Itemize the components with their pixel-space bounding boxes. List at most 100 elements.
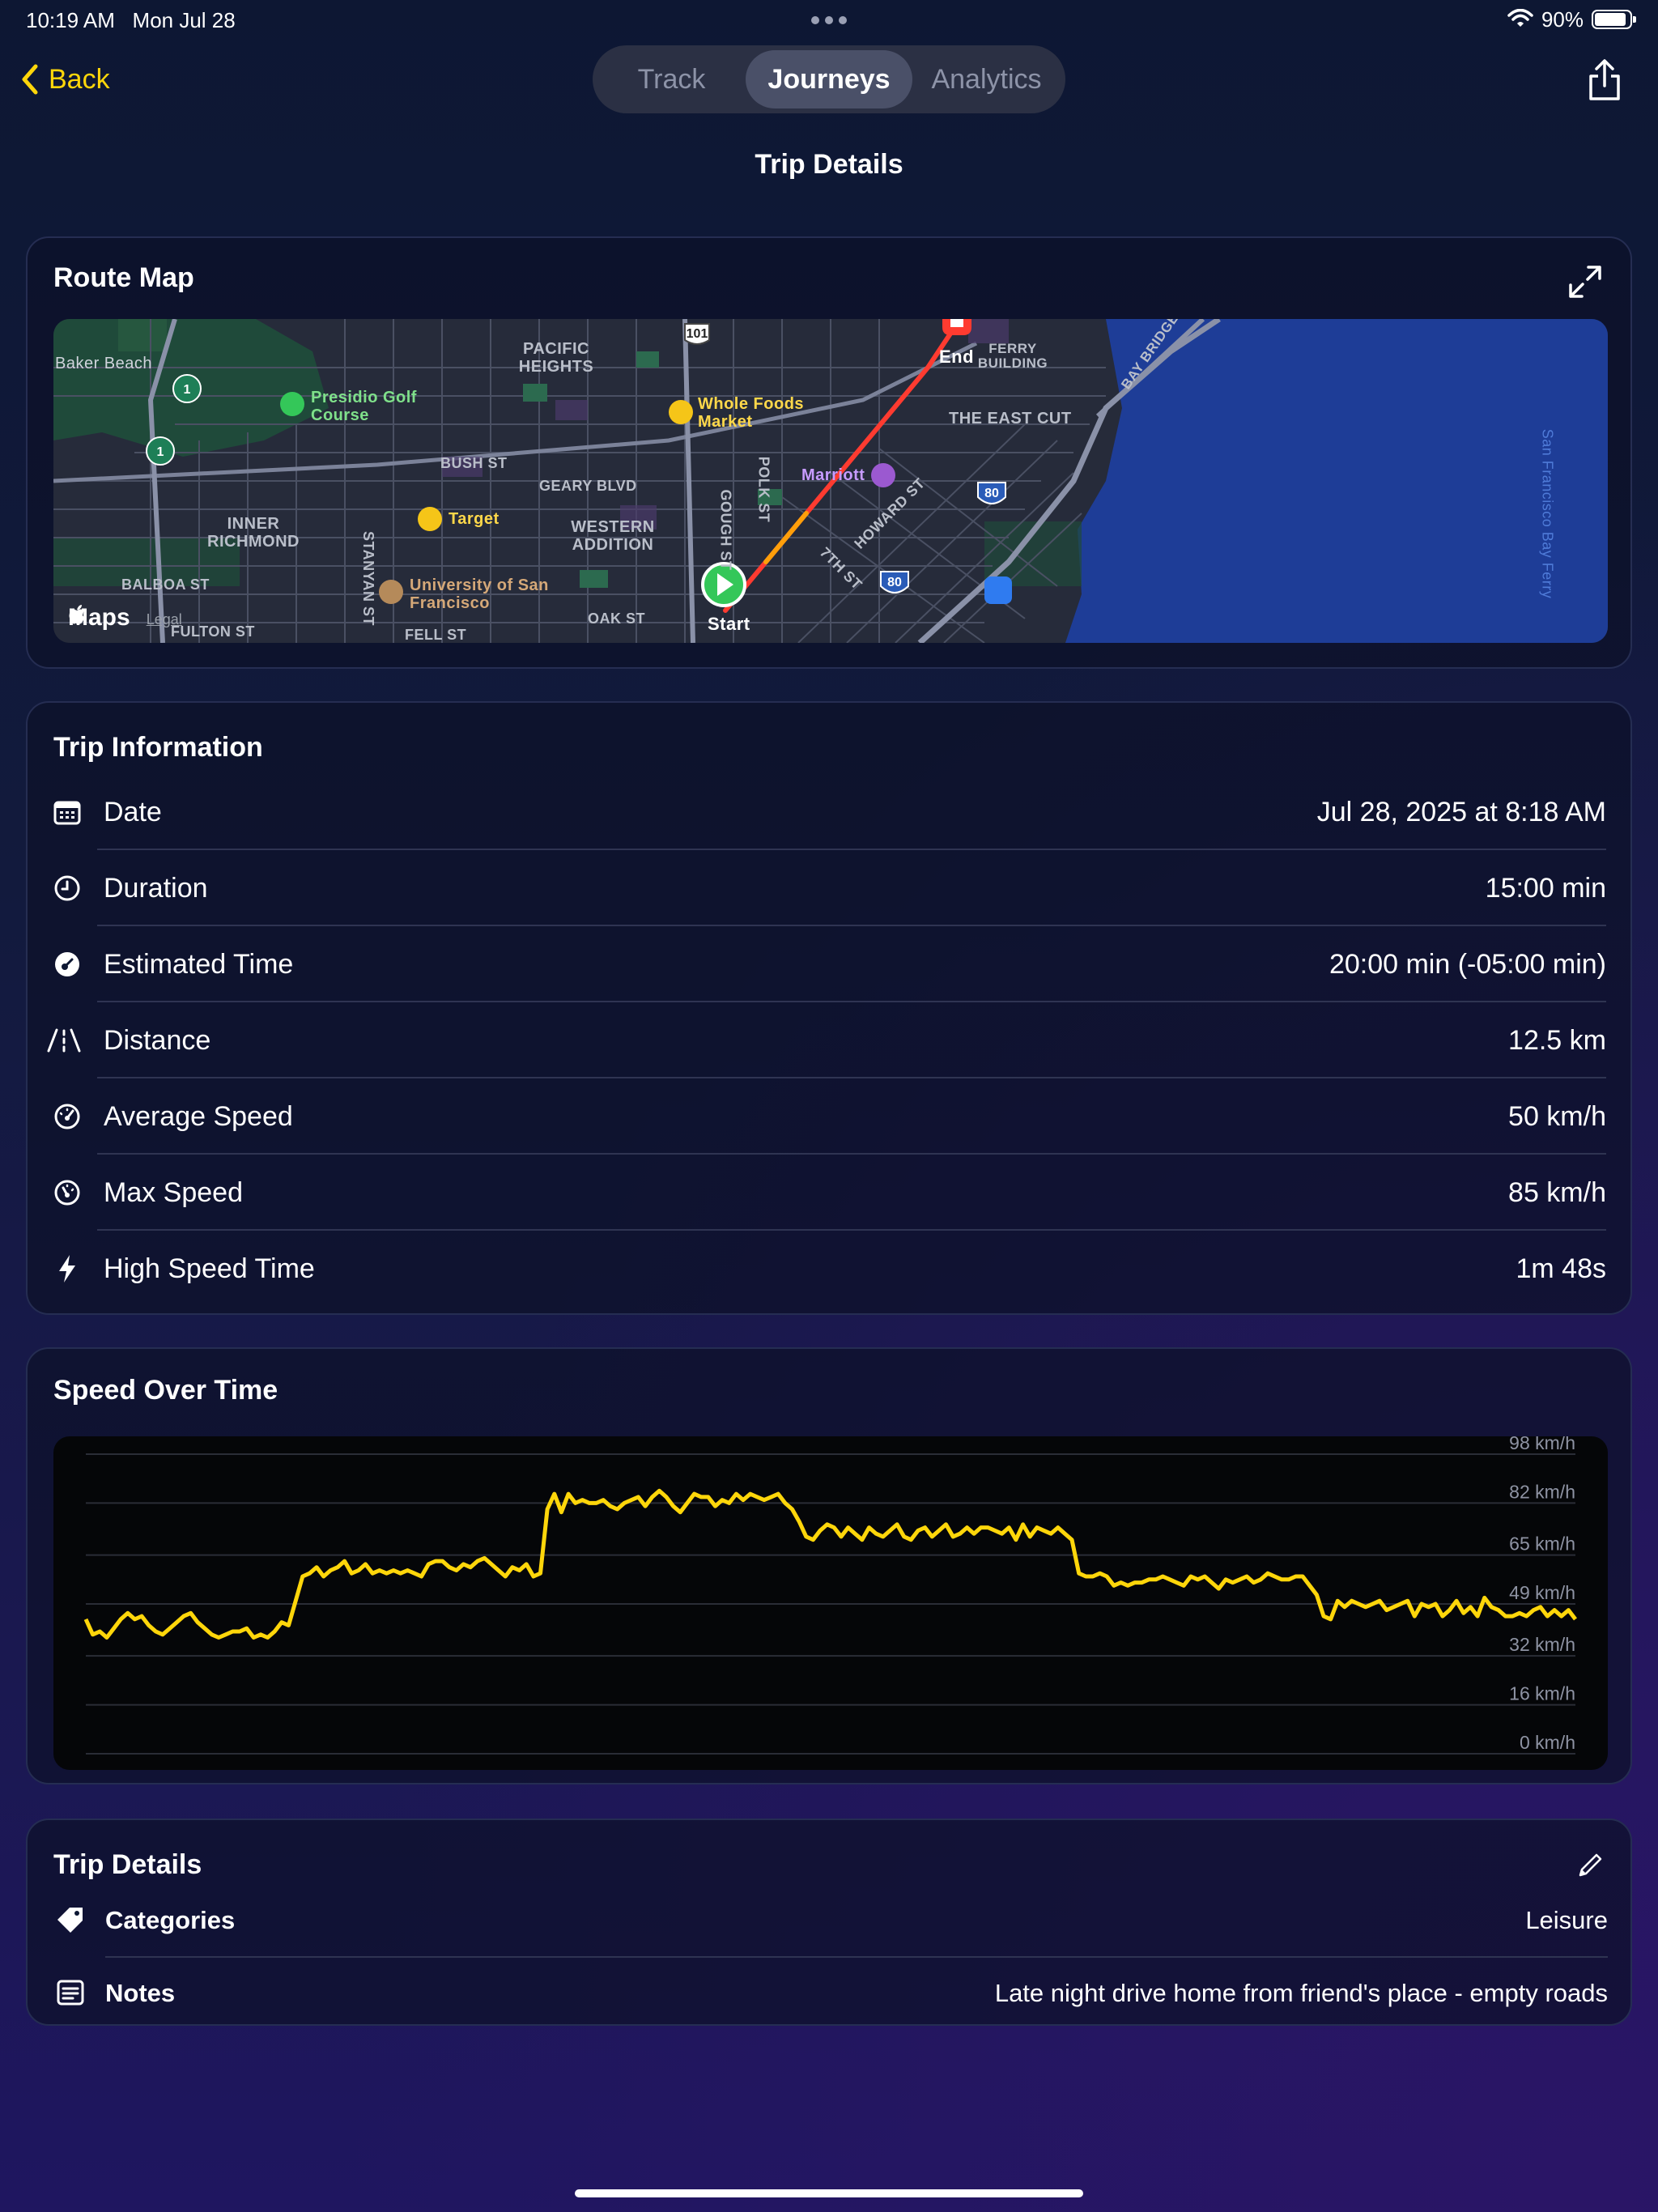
tab-switcher: Track Journeys Analytics	[593, 45, 1065, 113]
map-label-east-cut: THE EAST CUT	[949, 410, 1072, 428]
info-row-average-speed: Average Speed 50 km/h	[26, 1078, 1632, 1155]
details-value: Leisure	[1525, 1906, 1608, 1934]
map-label-oak: OAK ST	[588, 610, 646, 627]
info-label: Max Speed	[104, 1177, 243, 1208]
details-row-categories[interactable]: Categories Leisure	[28, 1885, 1634, 1958]
map-label-gough: GOUGH ST	[717, 489, 734, 571]
road-icon	[44, 1023, 84, 1057]
speed-chart: 98 km/h 82 km/h 65 km/h 49 km/h 32 km/h 16 km…	[53, 1436, 1608, 1770]
battery-percent: 90%	[1541, 6, 1584, 32]
info-row-duration: Duration 15:00 min	[26, 850, 1632, 926]
speed-chart-title: Speed Over Time	[53, 1375, 278, 1406]
map-label-usf: University of San Francisco	[410, 576, 549, 612]
speedometer-icon	[50, 1100, 84, 1134]
map-label-fulton: FULTON ST	[171, 623, 255, 640]
tag-icon	[53, 1903, 87, 1937]
wifi-icon	[1507, 9, 1533, 27]
map-label-bush-st: BUSH ST	[440, 455, 508, 471]
map-label-polk: POLK ST	[755, 456, 772, 523]
speed-series-line	[83, 1488, 1577, 1640]
y-tick-label: 65 km/h	[1509, 1534, 1575, 1555]
route-map-title: Route Map	[53, 262, 194, 293]
status-time: 10:19 AM Mon Jul 28	[26, 8, 236, 32]
notes-icon	[53, 1976, 87, 2010]
details-label: Categories	[105, 1906, 236, 1934]
y-tick-label: 49 km/h	[1509, 1582, 1575, 1603]
info-label: Average Speed	[104, 1101, 293, 1132]
y-tick-label: 0 km/h	[1520, 1732, 1575, 1753]
map-label-stanyan: STANYAN ST	[360, 530, 377, 627]
map-label-target: Target	[449, 510, 500, 528]
shield-1-b: 1	[157, 445, 164, 459]
info-label: High Speed Time	[104, 1253, 315, 1284]
calendar-icon	[50, 795, 84, 829]
trip-details-card: Trip Details Categories Leisure Notes La…	[26, 1819, 1632, 2026]
route-map-card: Route Map 101 1 1 80 80 Baker Beach PACI…	[26, 236, 1632, 669]
back-label: Back	[49, 63, 110, 95]
shield-80-a: 80	[984, 487, 999, 500]
info-label: Distance	[104, 1025, 211, 1056]
bolt-icon	[50, 1252, 84, 1286]
map-label-bay-ferry: San Francisco Bay Ferry	[1539, 428, 1556, 599]
expand-icon[interactable]	[1566, 262, 1605, 301]
back-button[interactable]: Back	[19, 58, 110, 100]
info-label: Duration	[104, 873, 208, 904]
map-label-baker-beach: Baker Beach	[55, 355, 153, 372]
shield-1-a: 1	[184, 383, 191, 397]
info-row-distance: Distance 12.5 km	[26, 1002, 1632, 1078]
map-label-pacific-heights: PACIFIC HEIGHTS	[518, 340, 594, 376]
trip-information-title: Trip Information	[53, 732, 263, 763]
shield-101: 101	[687, 327, 708, 341]
info-label: Estimated Time	[104, 949, 294, 980]
details-label: Notes	[105, 1979, 176, 2007]
route-map[interactable]: 101 1 1 80 80 Baker Beach PACIFIC HEIGHT…	[53, 319, 1608, 643]
speed-chart-card: Speed Over Time 98 km/h 82 km/h 65 km/h 49 …	[26, 1347, 1632, 1784]
map-label-presidio-golf: Presidio Golf Course	[311, 389, 417, 424]
map-label-balboa: BALBOA ST	[121, 576, 210, 593]
tab-analytics[interactable]: Analytics	[912, 50, 1061, 108]
chevron-left-icon	[22, 64, 38, 95]
y-tick-label: 32 km/h	[1509, 1634, 1575, 1655]
info-value: 85 km/h	[1508, 1177, 1606, 1208]
info-row-high-speed-time: High Speed Time 1m 48s	[26, 1231, 1632, 1307]
y-tick-label: 16 km/h	[1509, 1683, 1575, 1704]
multitasking-dots-icon[interactable]	[811, 16, 847, 24]
shield-80-b: 80	[887, 576, 902, 589]
y-tick-label: 98 km/h	[1509, 1436, 1575, 1453]
map-label-fell: FELL ST	[405, 627, 467, 643]
map-label-ferry-building: FERRY BUILDING	[977, 341, 1048, 371]
details-value: Late night drive home from friend's plac…	[994, 1979, 1608, 2007]
trip-details-title: Trip Details	[53, 1849, 202, 1880]
apple-logo-icon	[69, 605, 85, 624]
map-start-label: Start	[708, 614, 750, 634]
map-end-label: End	[939, 347, 975, 367]
info-row-estimated-time: Estimated Time 20:00 min (-05:00 min)	[26, 926, 1632, 1002]
status-right: 90%	[1507, 6, 1636, 32]
map-label-geary: GEARY BLVD	[539, 478, 637, 494]
gauge-icon	[50, 1176, 84, 1210]
home-indicator[interactable]	[575, 2189, 1083, 2197]
info-value: 50 km/h	[1508, 1101, 1606, 1132]
apple-maps-logo: Maps Legal	[68, 604, 182, 632]
page-title: Trip Details	[755, 149, 903, 180]
info-value: Jul 28, 2025 at 8:18 AM	[1316, 797, 1606, 827]
info-value: 20:00 min (-05:00 min)	[1329, 949, 1606, 980]
y-tick-label: 82 km/h	[1509, 1481, 1575, 1502]
pencil-icon[interactable]	[1575, 1851, 1605, 1880]
legal-link[interactable]: Legal	[147, 611, 182, 628]
details-row-notes[interactable]: Notes Late night drive home from friend'…	[28, 1958, 1634, 2031]
info-value: 12.5 km	[1508, 1025, 1606, 1056]
info-label: Date	[104, 797, 162, 827]
clock-icon	[50, 871, 84, 905]
battery-icon	[1592, 10, 1636, 29]
map-label-marriott: Marriott	[801, 466, 865, 484]
speed-chart-svg: 98 km/h 82 km/h 65 km/h 49 km/h 32 km/h 16 km…	[83, 1436, 1577, 1755]
tab-track[interactable]: Track	[597, 50, 746, 108]
map-label-whole-foods: Whole Foods Market	[698, 395, 805, 431]
info-row-date: Date Jul 28, 2025 at 8:18 AM	[26, 774, 1632, 850]
info-value: 15:00 min	[1485, 873, 1606, 904]
info-value: 1m 48s	[1516, 1253, 1607, 1284]
tab-journeys[interactable]: Journeys	[746, 50, 912, 108]
info-row-max-speed: Max Speed 85 km/h	[26, 1155, 1632, 1231]
share-icon[interactable]	[1585, 58, 1624, 102]
